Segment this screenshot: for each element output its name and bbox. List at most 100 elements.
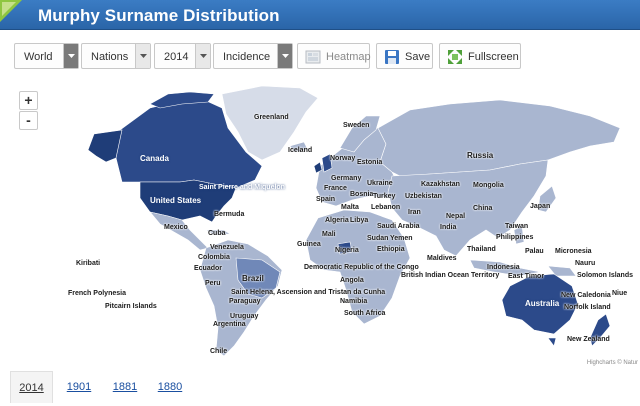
fullscreen-label: Fullscreen bbox=[468, 51, 519, 63]
map-label-niue: Niue bbox=[612, 290, 628, 297]
map-label-solomon: Solomon Islands bbox=[577, 272, 634, 279]
map-label-uzbekistan: Uzbekistan bbox=[405, 193, 442, 200]
page-title: Murphy Surname Distribution bbox=[38, 6, 280, 25]
save-button[interactable]: Save bbox=[376, 43, 433, 69]
chevron-down-icon bbox=[135, 44, 150, 68]
map-label-turkey: Turkey bbox=[373, 193, 396, 200]
map-label-south-africa: South Africa bbox=[344, 310, 386, 317]
save-icon bbox=[385, 50, 399, 64]
map-label-iran: Iran bbox=[408, 209, 421, 216]
world-map[interactable]: Greenland Iceland Sweden Norway Estonia Russi… bbox=[0, 80, 640, 370]
map-label-east-timor: East Timor bbox=[508, 273, 545, 280]
chevron-down-icon bbox=[195, 44, 210, 68]
map-label-chile: Chile bbox=[210, 348, 228, 355]
map-label-ecuador: Ecuador bbox=[194, 265, 223, 272]
map-label-spain: Spain bbox=[316, 196, 336, 203]
map-label-argentina: Argentina bbox=[213, 321, 246, 328]
map-label-germany: Germany bbox=[331, 175, 362, 182]
map-label-maldives: Maldives bbox=[427, 255, 457, 262]
region-select[interactable]: World bbox=[14, 43, 79, 69]
map-label-namibia: Namibia bbox=[340, 298, 368, 305]
heatmap-button[interactable]: Heatmap bbox=[297, 43, 371, 69]
map-label-biot: British Indian Ocean Territory bbox=[401, 272, 500, 279]
tab-1881[interactable]: 1881 bbox=[108, 371, 142, 403]
map-label-libya: Libya bbox=[350, 217, 369, 224]
map-label-palau: Palau bbox=[525, 248, 544, 255]
app-logo-icon bbox=[0, 0, 22, 22]
save-label: Save bbox=[405, 51, 431, 63]
map-label-peru: Peru bbox=[205, 280, 221, 287]
map-credits[interactable]: Highcharts © Natur bbox=[587, 360, 638, 366]
map-label-kiribati: Kiribati bbox=[76, 260, 101, 267]
map-label-sudan: Sudan bbox=[367, 235, 389, 242]
map-label-norway: Norway bbox=[330, 155, 356, 162]
map-label-estonia: Estonia bbox=[357, 159, 383, 166]
map-label-mali: Mali bbox=[322, 231, 336, 238]
tab-1880[interactable]: 1880 bbox=[153, 371, 187, 403]
map-label-algeria: Algeria bbox=[325, 217, 349, 224]
map-label-ethiopia: Ethiopia bbox=[377, 246, 405, 253]
level-select-value: Nations bbox=[91, 51, 129, 63]
year-select-value: 2014 bbox=[164, 51, 189, 63]
map-label-malta: Malta bbox=[341, 204, 359, 211]
map-label-france: France bbox=[324, 185, 347, 192]
island-tasmania[interactable] bbox=[547, 337, 557, 347]
year-select[interactable]: 2014 bbox=[154, 43, 211, 69]
level-select[interactable]: Nations bbox=[81, 43, 151, 69]
map-label-taiwan: Taiwan bbox=[505, 223, 529, 230]
map-label-russia: Russia bbox=[467, 151, 494, 160]
map-label-yemen: Yemen bbox=[390, 235, 413, 242]
map-label-india: India bbox=[440, 224, 457, 231]
tab-1901[interactable]: 1901 bbox=[62, 371, 96, 403]
map-label-australia: Australia bbox=[525, 299, 560, 308]
fullscreen-button[interactable]: Fullscreen bbox=[439, 43, 521, 69]
map-label-lebanon: Lebanon bbox=[371, 204, 401, 211]
map-label-kazakhstan: Kazakhstan bbox=[421, 181, 460, 188]
map-label-thailand: Thailand bbox=[467, 246, 496, 253]
map-label-angola: Angola bbox=[340, 277, 364, 284]
map-label-bosnia: Bosnia bbox=[350, 191, 374, 198]
map-label-colombia: Colombia bbox=[198, 254, 230, 261]
map-label-ukraine: Ukraine bbox=[367, 180, 393, 187]
map-label-sweden: Sweden bbox=[343, 122, 370, 129]
measure-select[interactable]: Incidence bbox=[213, 43, 293, 69]
fullscreen-icon bbox=[448, 50, 462, 64]
map-label-canada: Canada bbox=[140, 154, 169, 163]
zoom-in-button[interactable]: + bbox=[19, 91, 38, 110]
map-label-micronesia: Micronesia bbox=[555, 248, 592, 255]
map-label-nepal: Nepal bbox=[446, 213, 466, 220]
measure-select-value: Incidence bbox=[223, 51, 271, 63]
map-label-new-caledonia: New Caledonia bbox=[561, 292, 611, 299]
chevron-down-icon bbox=[277, 44, 292, 68]
map-label-guinea: Guinea bbox=[297, 241, 321, 248]
map-label-nauru: Nauru bbox=[575, 260, 596, 267]
map-label-greenland: Greenland bbox=[254, 114, 289, 121]
country-russia[interactable] bbox=[377, 99, 621, 177]
map-label-indonesia: Indonesia bbox=[487, 264, 520, 271]
map-label-new-zealand: New Zealand bbox=[567, 336, 610, 343]
map-label-bermuda: Bermuda bbox=[214, 211, 245, 218]
heatmap-icon bbox=[305, 50, 321, 64]
map-label-spm: Saint Pierre and Miquelon bbox=[199, 184, 285, 191]
map-label-paraguay: Paraguay bbox=[229, 298, 261, 305]
map-label-venezuela: Venezuela bbox=[210, 244, 244, 251]
map-label-saudi-arabia: Saudi Arabia bbox=[377, 223, 420, 230]
map-label-iceland: Iceland bbox=[288, 147, 313, 154]
map-label-mexico: Mexico bbox=[164, 224, 188, 231]
map-label-nigeria: Nigeria bbox=[335, 247, 359, 254]
map-label-china: China bbox=[473, 205, 493, 212]
map-label-norfolk: Norfolk Island bbox=[564, 304, 611, 311]
zoom-out-button[interactable]: - bbox=[19, 111, 38, 130]
chevron-down-icon bbox=[63, 44, 78, 68]
map-label-japan: Japan bbox=[530, 203, 551, 210]
map-label-drc: Democratic Republic of the Congo bbox=[304, 264, 419, 271]
app-header: Murphy Surname Distribution bbox=[0, 0, 640, 30]
map-label-united-states: United States bbox=[150, 196, 202, 205]
region-select-value: World bbox=[24, 51, 53, 63]
year-tabs: 2014 1901 1881 1880 bbox=[10, 368, 640, 406]
map-label-philippines: Philippines bbox=[496, 234, 534, 241]
map-label-cuba: Cuba bbox=[208, 230, 226, 237]
tab-2014[interactable]: 2014 bbox=[10, 371, 53, 403]
map-canvas[interactable] bbox=[0, 80, 640, 370]
map-label-uruguay: Uruguay bbox=[230, 313, 259, 320]
